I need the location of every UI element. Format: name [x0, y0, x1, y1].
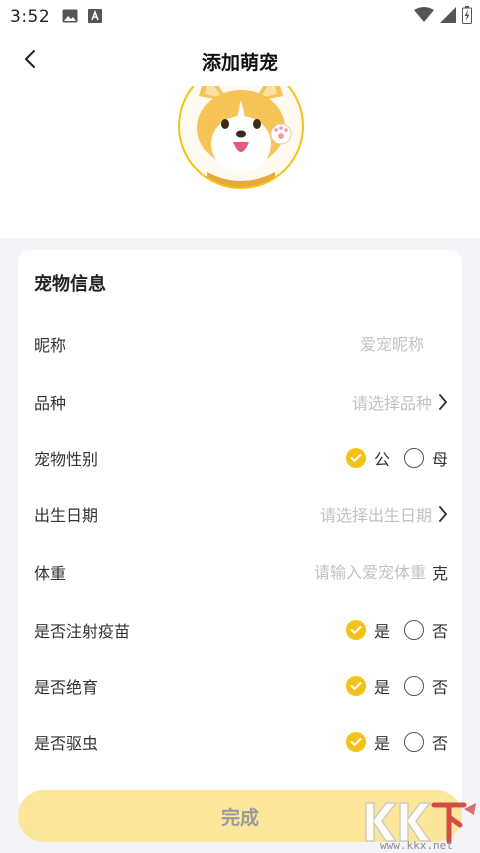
vaccinated-no-label: 否: [431, 622, 448, 641]
avatar-section: [0, 86, 480, 238]
neutered-row: 是否绝育 是 否: [18, 662, 462, 710]
vaccinated-label: 是否注射疫苗: [34, 622, 131, 641]
chevron-right-icon: [438, 394, 448, 410]
gallery-icon: [62, 8, 78, 27]
dewormed-row: 是否驱虫 是 否: [18, 718, 462, 766]
weight-row: 体重 克: [18, 548, 462, 596]
neutered-label: 是否绝育: [34, 678, 99, 697]
back-button[interactable]: [16, 47, 44, 75]
vaccinated-yes-radio[interactable]: 是: [345, 618, 390, 642]
dewormed-yes-radio[interactable]: 是: [345, 730, 390, 754]
vaccinated-no-radio[interactable]: 否: [403, 618, 448, 642]
nickname-input[interactable]: [304, 334, 424, 354]
check-icon: [345, 676, 366, 696]
nickname-label: 昵称: [34, 336, 67, 355]
nickname-row: 昵称: [18, 320, 462, 368]
signal-icon: [440, 7, 456, 27]
done-label: 完成: [220, 807, 259, 829]
gender-male-label: 公: [373, 450, 390, 469]
neutered-yes-radio[interactable]: 是: [345, 674, 390, 698]
birthday-row[interactable]: 出生日期 请选择出生日期: [18, 490, 462, 538]
birthday-placeholder: 请选择出生日期: [319, 506, 432, 525]
neutered-yes-label: 是: [373, 678, 390, 697]
pet-avatar[interactable]: [177, 86, 305, 190]
radio-empty-icon: [403, 732, 424, 752]
vaccinated-row: 是否注射疫苗 是 否: [18, 606, 462, 654]
done-button[interactable]: 完成: [18, 790, 462, 842]
pet-info-card: 宠物信息 昵称 品种 请选择品种 宠物性别 公 母: [18, 250, 462, 810]
status-time: 3:52: [10, 7, 51, 27]
weight-label: 体重: [34, 564, 67, 583]
radio-empty-icon: [403, 448, 424, 468]
dewormed-no-radio[interactable]: 否: [403, 730, 448, 754]
gender-male-radio[interactable]: 公: [345, 446, 390, 470]
gender-row: 宠物性别 公 母: [18, 434, 462, 482]
battery-icon: [462, 6, 472, 28]
card-title: 宠物信息: [34, 274, 106, 295]
chevron-right-icon: [438, 506, 448, 522]
page-title: 添加萌宠: [201, 51, 278, 74]
gender-label: 宠物性别: [34, 450, 99, 469]
vaccinated-yes-label: 是: [373, 622, 390, 641]
breed-label: 品种: [34, 394, 67, 413]
breed-placeholder: 请选择品种: [351, 394, 432, 413]
gender-female-radio[interactable]: 母: [403, 446, 448, 470]
dewormed-yes-label: 是: [373, 734, 390, 753]
header-bar: 添加萌宠: [0, 34, 480, 88]
font-app-icon: [88, 8, 103, 27]
weight-unit: 克: [431, 564, 448, 583]
check-icon: [345, 620, 366, 640]
neutered-no-label: 否: [431, 678, 448, 697]
gender-female-label: 母: [431, 450, 448, 469]
status-bar: 3:52: [0, 0, 480, 34]
breed-row[interactable]: 品种 请选择品种: [18, 378, 462, 426]
neutered-no-radio[interactable]: 否: [403, 674, 448, 698]
radio-empty-icon: [403, 676, 424, 696]
weight-input[interactable]: [275, 562, 426, 582]
radio-empty-icon: [403, 620, 424, 640]
dewormed-label: 是否驱虫: [34, 734, 99, 753]
back-chevron-icon: [23, 49, 37, 73]
dewormed-no-label: 否: [431, 734, 448, 753]
check-icon: [345, 732, 366, 752]
wifi-icon: [414, 7, 434, 27]
birthday-label: 出生日期: [34, 506, 99, 525]
check-icon: [345, 448, 366, 468]
